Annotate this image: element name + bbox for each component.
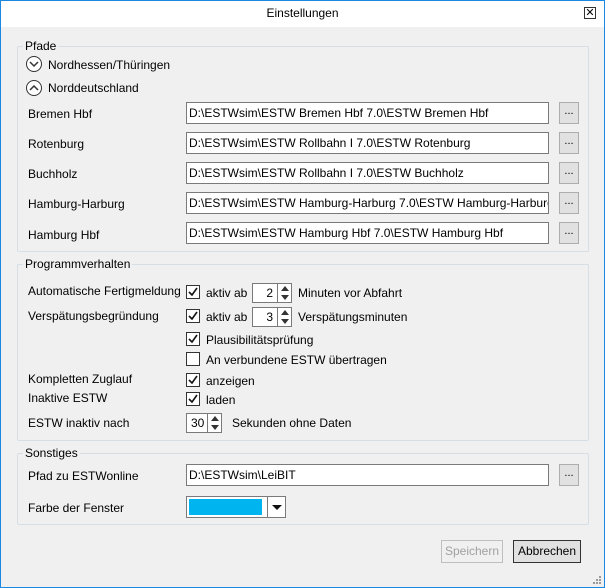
- browse-button-hamburg-harburg[interactable]: ...: [559, 192, 579, 214]
- inactive-estw-check-label[interactable]: laden: [206, 393, 235, 407]
- browse-button-rotenburg[interactable]: ...: [559, 132, 579, 154]
- full-train-run-checkbox[interactable]: [186, 373, 200, 387]
- path-input-rotenburg[interactable]: D:\ESTWsim\ESTW Rollbahn I 7.0\ESTW Rote…: [186, 132, 549, 154]
- inactive-after-label: ESTW inaktiv nach: [28, 416, 130, 430]
- inactive-after-seconds-input[interactable]: 30: [186, 413, 208, 433]
- chevron-down-icon: [29, 61, 39, 68]
- plausibility-label[interactable]: Plausibilitätsprüfung: [206, 333, 313, 347]
- window-title: Einstellungen: [266, 6, 339, 20]
- full-train-run-check-label[interactable]: anzeigen: [206, 374, 255, 388]
- behavior-legend: Programmverhalten: [23, 257, 133, 271]
- auto-completion-suffix: Minuten vor Abfahrt: [298, 286, 403, 300]
- inactive-after-suffix: Sekunden ohne Daten: [232, 416, 352, 430]
- paths-legend: Pfade: [23, 39, 59, 53]
- path-label-rotenburg: Rotenburg: [28, 137, 85, 151]
- checkmark-icon: [188, 334, 198, 344]
- chevron-up-icon: [29, 84, 39, 91]
- path-input-hamburg-hbf[interactable]: D:\ESTWsim\ESTW Hamburg Hbf 7.0\ESTW Ham…: [186, 222, 549, 244]
- collapse-norddeutschland-button[interactable]: [26, 80, 42, 96]
- online-path-label: Pfad zu ESTWonline: [28, 469, 139, 483]
- plausibility-checkbox[interactable]: [186, 332, 200, 346]
- checkmark-icon: [188, 311, 198, 321]
- transfer-checkbox[interactable]: [186, 352, 200, 366]
- path-input-buchholz[interactable]: D:\ESTWsim\ESTW Rollbahn I 7.0\ESTW Buch…: [186, 162, 549, 184]
- browse-button-buchholz[interactable]: ...: [559, 162, 579, 184]
- delay-reason-minutes-spinner[interactable]: [278, 307, 292, 327]
- transfer-label[interactable]: An verbundene ESTW übertragen: [206, 353, 387, 367]
- window-color-swatch: [189, 499, 262, 515]
- browse-button-bremen-hbf[interactable]: ...: [559, 102, 579, 124]
- checkmark-icon: [188, 287, 198, 297]
- expand-nordhessen-button[interactable]: [26, 56, 42, 72]
- path-label-bremen-hbf: Bremen Hbf: [28, 107, 93, 121]
- online-path-input[interactable]: D:\ESTWsim\LeiBIT: [186, 464, 549, 486]
- color-dropdown-button[interactable]: [267, 497, 285, 517]
- auto-completion-checkbox[interactable]: [186, 285, 200, 299]
- spinner-arrows-icon: [281, 310, 289, 324]
- auto-completion-check-label[interactable]: aktiv ab: [206, 286, 247, 300]
- settings-window: Einstellungen ✕ Pfade Nordhessen/Thüring…: [0, 0, 605, 588]
- full-train-run-label: Kompletten Zuglauf: [28, 372, 133, 386]
- group-label-norddeutschland[interactable]: Norddeutschland: [48, 81, 139, 95]
- auto-completion-minutes-spinner[interactable]: [278, 283, 292, 303]
- auto-completion-label: Automatische Fertigmeldung: [28, 284, 181, 298]
- path-label-hamburg-hbf: Hamburg Hbf: [28, 228, 100, 242]
- inactive-estw-label: Inaktive ESTW: [28, 391, 108, 405]
- delay-reason-checkbox[interactable]: [186, 309, 200, 323]
- checkmark-icon: [188, 375, 198, 385]
- cancel-button[interactable]: Abbrechen: [513, 540, 581, 563]
- inactive-estw-checkbox[interactable]: [186, 392, 200, 406]
- save-button[interactable]: Speichern: [441, 540, 503, 563]
- inactive-after-seconds-spinner[interactable]: [208, 413, 222, 433]
- browse-button-hamburg-hbf[interactable]: ...: [559, 222, 579, 244]
- path-input-bremen-hbf[interactable]: D:\ESTWsim\ESTW Bremen Hbf 7.0\ESTW Brem…: [186, 102, 549, 124]
- title-bar: Einstellungen ✕: [1, 1, 604, 27]
- close-button[interactable]: ✕: [584, 7, 596, 19]
- chevron-down-icon: [272, 505, 282, 510]
- auto-completion-minutes-input[interactable]: 2: [252, 283, 278, 303]
- online-path-browse-button[interactable]: ...: [559, 464, 579, 486]
- group-label-nordhessen[interactable]: Nordhessen/Thüringen: [48, 58, 170, 72]
- checkmark-icon: [188, 394, 198, 404]
- spinner-arrows-icon: [211, 416, 219, 430]
- delay-reason-label: Verspätungsbegründung: [28, 309, 159, 323]
- resize-grip-icon[interactable]: [591, 574, 601, 584]
- delay-reason-check-label[interactable]: aktiv ab: [206, 310, 247, 324]
- delay-reason-suffix: Verspätungsminuten: [298, 310, 408, 324]
- path-label-hamburg-harburg: Hamburg-Harburg: [28, 197, 125, 211]
- misc-legend: Sonstiges: [23, 446, 80, 460]
- delay-reason-minutes-input[interactable]: 3: [252, 307, 278, 327]
- path-label-buchholz: Buchholz: [28, 167, 78, 181]
- window-color-picker[interactable]: [186, 496, 286, 518]
- path-input-hamburg-harburg[interactable]: D:\ESTWsim\ESTW Hamburg-Harburg 7.0\ESTW…: [186, 192, 549, 214]
- window-color-label: Farbe der Fenster: [28, 501, 125, 515]
- spinner-arrows-icon: [281, 286, 289, 300]
